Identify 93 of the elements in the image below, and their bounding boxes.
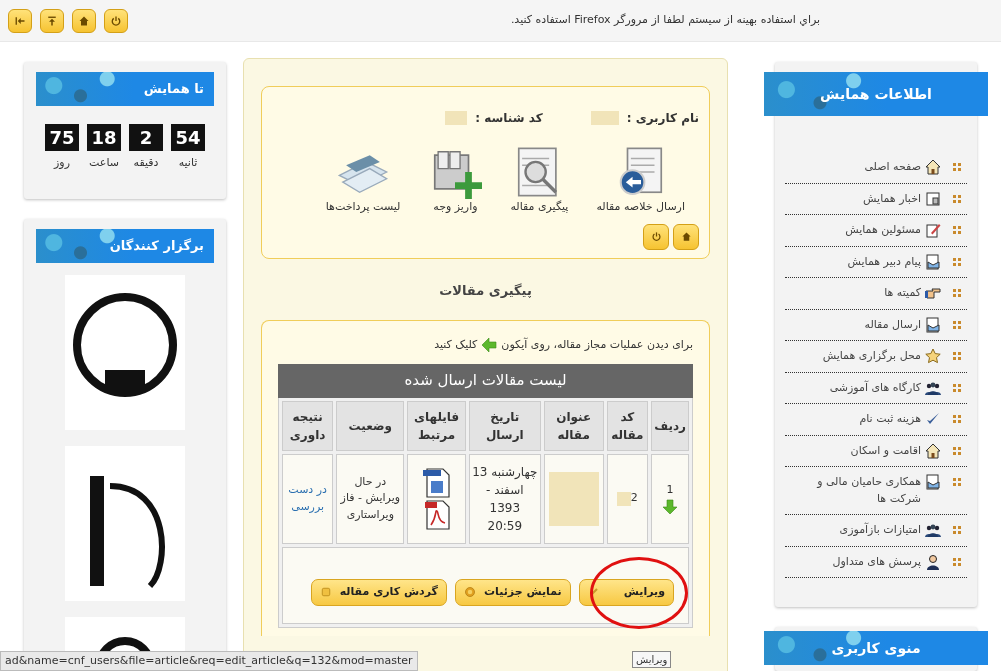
redacted-block [616, 491, 631, 506]
column-header: تاریخ ارسال [468, 400, 541, 451]
redacted-block [445, 111, 468, 125]
pointing-hand-icon [925, 285, 941, 301]
menu-link[interactable]: اخبار همایش [863, 190, 921, 207]
menu-link[interactable]: پرسش های متداول [832, 553, 921, 570]
action-button[interactable]: ویرایش [578, 578, 674, 606]
house-icon [925, 159, 941, 175]
house-icon [925, 442, 941, 459]
toolbar-button[interactable] [104, 8, 128, 33]
panel-heading: تا همایش [36, 72, 214, 106]
countdown-value: 2 [129, 124, 163, 151]
countdown-label: ثانیه [178, 155, 198, 171]
column-header: وضعیت [336, 400, 405, 451]
table-cell: چهارشنبه 13 اسفند - 1393 20:59 [468, 453, 541, 544]
bullet-icon [953, 415, 961, 423]
toolbar-button[interactable] [40, 8, 64, 33]
star-icon [925, 348, 941, 364]
action-link[interactable]: ارسال خلاصه مقاله [596, 145, 685, 216]
redacted-block [590, 111, 619, 125]
menu-link[interactable]: اقامت و اسکان [850, 442, 921, 459]
toolbar-button[interactable] [8, 8, 32, 33]
menu-link[interactable]: ارسال مقاله [864, 316, 921, 333]
toolbar-button[interactable] [72, 8, 96, 33]
bullet-icon [953, 526, 961, 534]
action-link[interactable]: پیگیری مقاله [510, 145, 569, 216]
table-title: لیست مقالات ارسال شده [278, 363, 693, 398]
left-arrow-icon [481, 337, 498, 354]
notepad-pencil-icon [925, 222, 941, 238]
home-icon [78, 14, 90, 27]
menu-link[interactable]: صفحه اصلی [864, 159, 921, 176]
id-label: کد شناسه : [475, 110, 543, 127]
back-to-start-icon [14, 14, 26, 27]
menu-heading: منوی کاربری [764, 631, 988, 665]
bullet-icon [953, 320, 961, 329]
down-arrow-icon[interactable] [662, 498, 679, 515]
table-cell: در حال ویرایش - فاز ویراستاری [336, 453, 405, 544]
home-icon [680, 231, 692, 242]
browser-notice: براي استفاده بهينه از سيستم لطفا از مرورگر Firefox استفاده كنيد. [509, 12, 821, 29]
countdown-value: 18 [87, 124, 121, 151]
bullet-icon [953, 226, 961, 234]
bullet-icon [953, 352, 961, 360]
panel-button[interactable] [643, 223, 669, 250]
word-document-icon[interactable] [420, 466, 453, 499]
countdown-value: 54 [171, 124, 205, 151]
menu-link[interactable]: امتیازات بازآموزی [839, 522, 921, 539]
person-icon [925, 553, 941, 570]
countdown-label: دقیقه [133, 155, 159, 171]
coin-icon [464, 586, 476, 598]
menu-link[interactable]: هزینه ثبت نام [859, 411, 921, 428]
redacted-block [548, 471, 599, 526]
menu-link[interactable]: همکاری حامیان مالی و شرکت ها [785, 474, 921, 507]
bullet-icon [953, 557, 961, 566]
column-header: نتیجه داوری [282, 400, 334, 451]
bullet-icon [953, 446, 961, 455]
menu-heading: اطلاعات همایش [764, 72, 988, 116]
power-icon [110, 14, 122, 27]
section-heading: پیگیری مقالات [438, 281, 533, 300]
tooltip-text: ویرایش [632, 651, 672, 668]
action-button[interactable]: گردش کاری مقاله [310, 578, 447, 606]
power-icon [650, 231, 662, 242]
bullet-icon [953, 257, 961, 266]
status-url: ad&name=cnf_users&file=article&req=edit_article&q=132&mod=master [0, 650, 418, 671]
username-label: نام کاربری : [626, 110, 699, 127]
action-link[interactable]: واریز وجه [428, 145, 483, 216]
action-link[interactable]: لیست پرداخت‌ها [325, 145, 401, 216]
column-header: ردیف [651, 400, 689, 451]
menu-link[interactable]: پیام دبیر همایش [847, 253, 921, 270]
table-cell-text: 1 [665, 482, 675, 498]
bullet-icon [953, 478, 961, 486]
menu-link[interactable]: محل برگزاری همایش [822, 348, 921, 365]
column-header: عنوان مقاله [543, 400, 604, 451]
bullet-icon [953, 289, 961, 297]
bullet-icon [953, 163, 961, 171]
countdown-label: روز [54, 155, 70, 171]
upload-icon [46, 14, 58, 27]
note-icon [319, 586, 332, 598]
column-header: کد مقاله [606, 400, 649, 451]
menu-link[interactable]: کمیته ها [884, 285, 921, 302]
countdown-value: 75 [45, 124, 79, 151]
bullet-icon [953, 194, 961, 203]
panel-button[interactable] [673, 223, 699, 250]
hint-text: کلیک کنید [434, 337, 478, 353]
table-cell: 2 [630, 490, 638, 507]
hint-text: برای دیدن عملیات مجاز مقاله، روی آیکون [501, 337, 693, 353]
menu-link[interactable]: کارگاه های آموزشی [829, 379, 921, 396]
people-icon [925, 522, 941, 538]
menu-link[interactable]: مسئولین همایش [845, 222, 921, 239]
bullet-icon [953, 383, 961, 392]
action-button[interactable]: نمایش جزئیات [455, 578, 571, 606]
column-header: فایلهای مرتبط [407, 400, 466, 451]
countdown-label: ساعت [89, 155, 119, 171]
panel-heading: برگزار کنندگان [36, 229, 214, 263]
